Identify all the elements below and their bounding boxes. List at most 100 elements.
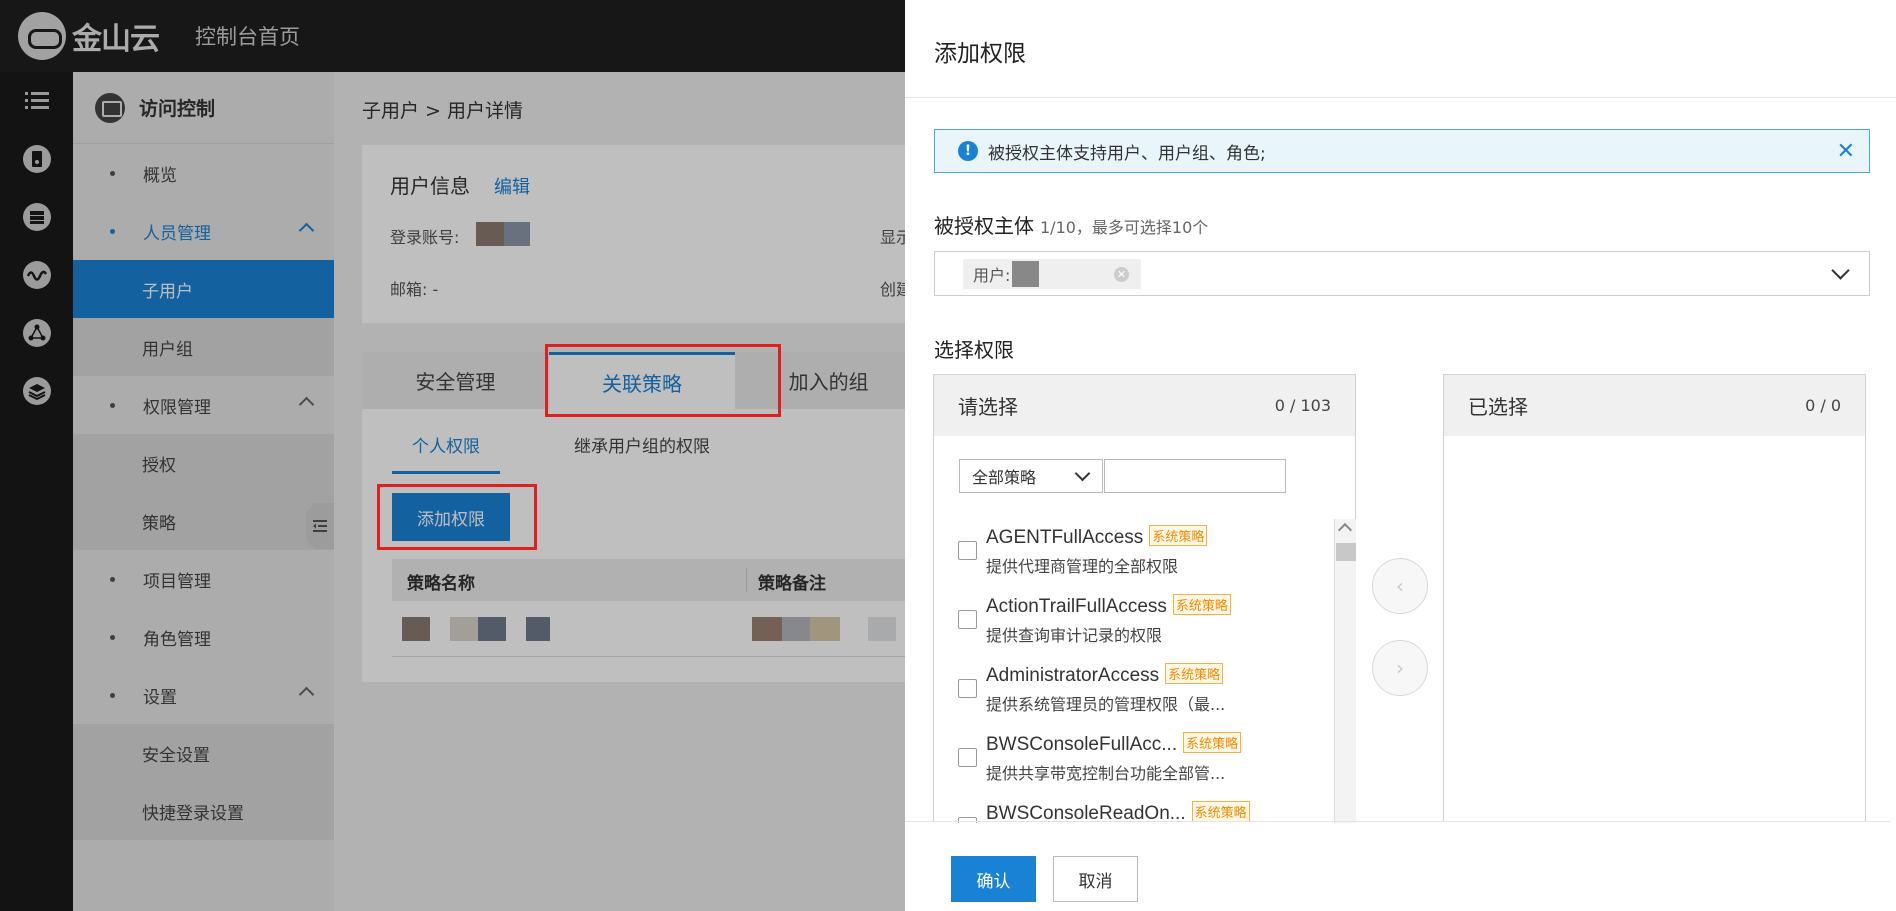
topology-icon[interactable] [0,304,73,362]
policy-type-dropdown[interactable]: 全部策略 [959,459,1103,493]
principal-label-text: 被授权主体 [934,214,1034,238]
policy-checkbox[interactable] [958,748,977,767]
layers-icon[interactable] [0,362,73,420]
sidebar-item-label: 设置 [143,687,177,708]
drawer-title: 添加权限 [934,41,1026,67]
table-row [392,601,905,657]
redacted-block [868,617,896,641]
scroll-thumb[interactable] [1336,543,1356,561]
sidebar-item-grant[interactable]: 授权 [73,434,334,492]
policy-checkbox[interactable] [958,541,977,560]
chevron-up-icon [298,222,315,239]
redacted-block [478,617,506,641]
panel-title: 已选择 [1468,395,1528,419]
add-permission-drawer: 添加权限 ! 被授权主体支持用户、用户组、角色; ✕ 被授权主体 1/10，最多可… [905,0,1896,911]
sidebar-item-quick-login[interactable]: 快捷登录设置 [73,782,334,840]
chevron-up-icon [298,686,315,703]
policy-search-input[interactable] [1104,459,1286,493]
info-icon: ! [958,141,978,161]
chevron-left-icon: ‹ [1396,574,1404,598]
bullet-icon [110,228,115,234]
divider [905,97,1896,98]
tab-security[interactable]: 安全管理 [362,352,549,409]
policy-name: ActionTrailFullAccess 系统策略 [986,594,1231,618]
sidebar-item-label: 权限管理 [143,397,211,418]
redacted-block [752,617,782,641]
subtab-personal[interactable]: 个人权限 [392,432,500,474]
sidebar-item-usergroup[interactable]: 用户组 [73,318,334,376]
sidebar-item-label: 人员管理 [143,223,211,244]
policy-name-text: AGENTFullAccess [986,527,1144,548]
policy-checkbox[interactable] [958,817,977,823]
cloud-logo-icon [18,12,66,60]
sidebar-item-project[interactable]: 项目管理 [73,550,334,608]
list-item[interactable]: BWSConsoleReadOn... 系统策略 [934,795,1334,823]
policy-name: BWSConsoleReadOn... 系统策略 [986,801,1250,823]
list-item[interactable]: AGENTFullAccess 系统策略 提供代理商管理的全部权限 [934,519,1334,588]
redacted-block [526,617,550,641]
list-item[interactable]: BWSConsoleFullAcc... 系统策略 提供共享带宽控制台功能全部管.… [934,726,1334,795]
top-bar: 金山云 控制台首页 [0,0,905,72]
list-item[interactable]: ActionTrailFullAccess 系统策略 提供查询审计记录的权限 [934,588,1334,657]
sidebar-item-role[interactable]: 角色管理 [73,608,334,666]
policy-name-text: BWSConsoleFullAcc... [986,734,1178,755]
redacted-block [1012,261,1040,287]
policy-checkbox[interactable] [958,610,977,629]
system-policy-tag: 系统策略 [1191,801,1250,822]
network-icon[interactable] [0,246,73,304]
dropdown-value: 全部策略 [972,468,1037,487]
chevron-up-icon[interactable] [1337,522,1353,538]
system-policy-tag: 系统策略 [1149,525,1208,546]
policy-table-header: 策略名称 策略备注 [392,559,905,601]
breadcrumb: 子用户 > 用户详情 [362,100,523,122]
bullet-icon [110,692,115,698]
list-item[interactable]: AdministratorAccess 系统策略 提供系统管理员的管理权限（最..… [934,657,1334,726]
bullet-icon [110,170,115,176]
policy-name-text: BWSConsoleReadOn... [986,803,1186,823]
menu-icon[interactable] [0,72,73,130]
sidebar-item-policy[interactable]: 策略 [73,492,334,550]
sidebar-item-overview[interactable]: 概览 [73,144,334,202]
principal-select[interactable]: 用户: ✕ [934,251,1870,296]
edit-link[interactable]: 编辑 [494,173,530,199]
sidebar-collapse-icon[interactable] [306,503,334,549]
principal-hint: 1/10，最多可选择10个 [1040,218,1209,237]
sidebar-item-subuser[interactable]: 子用户 [73,260,334,318]
alert-text: 被授权主体支持用户、用户组、角色; [988,143,1266,164]
sidebar-item-permissions[interactable]: 权限管理 [73,376,334,434]
column-policy-note: 策略备注 [758,574,826,594]
policy-name-text: ActionTrailFullAccess [986,596,1167,617]
icon-rail [0,72,73,911]
move-left-button[interactable]: ‹ [1372,558,1428,614]
select-permission-label: 选择权限 [934,338,1014,362]
sidebar-item-security-settings[interactable]: 安全设置 [73,724,334,782]
info-alert: ! 被授权主体支持用户、用户组、角色; ✕ [934,129,1870,173]
column-divider [746,568,747,592]
redacted-block [810,617,840,641]
system-policy-tag: 系统策略 [1183,732,1242,753]
ksyun-logo[interactable]: 金山云 [18,12,160,60]
redacted-block [782,617,810,641]
user-info-title: 用户信息 [390,174,470,198]
policy-name: AGENTFullAccess 系统策略 [986,525,1208,549]
move-right-button[interactable]: › [1372,640,1428,696]
sidebar-item-settings[interactable]: 设置 [73,666,334,724]
cancel-button[interactable]: 取消 [1053,856,1138,902]
redacted-block [504,222,530,246]
server-icon[interactable] [0,130,73,188]
confirm-button[interactable]: 确认 [951,856,1036,902]
sidebar-header: 访问控制 [73,72,334,144]
policy-desc: 提供系统管理员的管理权限（最... [986,695,1226,714]
bullet-icon [110,634,115,640]
panel-header: 已选择 0 / 0 [1444,375,1865,436]
policy-checkbox[interactable] [958,679,977,698]
redacted-block [402,617,430,641]
highlight-box [377,484,537,550]
database-icon[interactable] [0,188,73,246]
subtab-inherited[interactable]: 继承用户组的权限 [574,432,710,474]
sidebar-item-people[interactable]: 人员管理 [73,202,334,260]
console-home-link[interactable]: 控制台首页 [195,21,300,51]
close-icon[interactable]: ✕ [1837,139,1855,164]
scrollbar[interactable] [1334,519,1356,823]
chip-remove-icon[interactable]: ✕ [1114,267,1129,282]
